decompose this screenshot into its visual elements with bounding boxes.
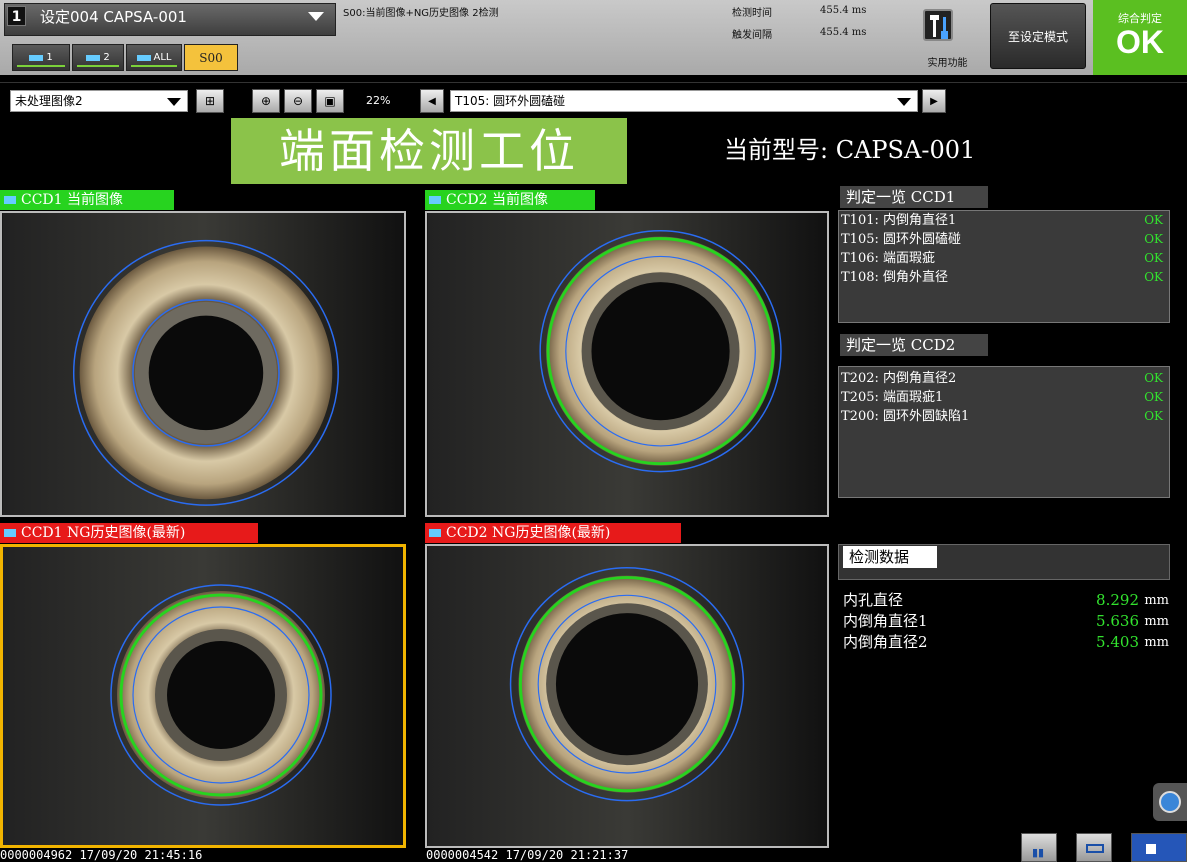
tab-s00[interactable]: S00 bbox=[184, 44, 238, 71]
list-item[interactable]: T200: 圆环外圆缺陷1 OK bbox=[839, 407, 1169, 426]
zoom-out-button[interactable]: ⊖ bbox=[284, 89, 312, 113]
zoom-out-icon: ⊖ bbox=[292, 94, 304, 108]
layout-icon: ⊞ bbox=[204, 94, 216, 108]
zoom-in-button[interactable]: ⊕ bbox=[252, 89, 280, 113]
list-item[interactable]: T202: 内倒角直径2 OK bbox=[839, 369, 1169, 388]
judge-ccd2-list: T202: 内倒角直径2 OK T205: 端面瑕疵1 OK T200: 圆环外圆缺… bbox=[838, 366, 1170, 498]
image-type-select[interactable]: 未处理图像2 bbox=[10, 90, 188, 112]
tab-all[interactable]: ALL bbox=[126, 44, 182, 71]
tab-underline bbox=[17, 65, 65, 67]
ccd2-ng-timestamp: 0000004542 17/09/20 21:21:37 bbox=[426, 848, 629, 862]
overall-judgement-value: OK bbox=[1116, 24, 1164, 60]
detect-time-value: 455.4 ms bbox=[820, 5, 867, 16]
chevron-down-icon bbox=[897, 98, 911, 106]
part-image bbox=[427, 213, 827, 515]
zoom-in-icon: ⊕ bbox=[260, 94, 272, 108]
ccd2-ng-image[interactable] bbox=[425, 544, 829, 848]
ccd1-current-title: CCD1 当前图像 bbox=[0, 190, 174, 210]
zoom-level: 22% bbox=[366, 94, 391, 107]
camera-icon bbox=[136, 54, 151, 61]
status-badge: OK bbox=[1144, 232, 1163, 246]
camera-icon bbox=[4, 529, 16, 537]
side-tab[interactable] bbox=[1153, 783, 1187, 821]
fit-screen-button[interactable]: ▣ bbox=[316, 89, 344, 113]
setting-label: 设定004 CAPSA-001 bbox=[40, 8, 187, 26]
part-image bbox=[427, 546, 827, 846]
measurements-title: 检测数据 bbox=[843, 546, 937, 568]
grid-view-button[interactable] bbox=[1076, 833, 1112, 862]
utility-label: 实用功能 bbox=[927, 58, 968, 69]
fit-screen-icon: ▣ bbox=[324, 94, 336, 108]
status-badge: OK bbox=[1144, 251, 1163, 265]
sync-icon bbox=[1159, 791, 1181, 813]
judge-ccd1-title: 判定一览 CCD1 bbox=[840, 186, 988, 208]
list-item[interactable]: T108: 倒角外直径 OK bbox=[839, 268, 1169, 287]
part-image bbox=[2, 213, 404, 515]
judge-ccd2-title: 判定一览 CCD2 bbox=[840, 334, 988, 356]
ccd1-ng-image[interactable] bbox=[0, 544, 406, 848]
measurement-row: 内孔直径 8.292 mm bbox=[843, 591, 1169, 609]
layout-button[interactable]: ⊞ bbox=[196, 89, 224, 113]
tools-icon bbox=[923, 9, 953, 41]
judge-ccd1-list: T101: 内倒角直径1 OK T105: 圆环外圆磕碰 OK T106: 端面瑕疵… bbox=[838, 210, 1170, 323]
camera-icon bbox=[4, 196, 16, 204]
arrow-icon bbox=[1146, 844, 1156, 854]
tab-underline bbox=[77, 65, 119, 67]
camera-icon bbox=[429, 529, 441, 537]
tab-2[interactable]: 2 bbox=[72, 44, 124, 71]
bar-chart-icon: ▮▮ bbox=[1032, 846, 1045, 859]
statistics-button[interactable]: ▮▮ bbox=[1021, 833, 1057, 862]
status-badge: OK bbox=[1144, 390, 1163, 404]
camera-icon bbox=[29, 54, 44, 61]
status-badge: OK bbox=[1144, 371, 1163, 385]
next-tool-button[interactable]: ▶ bbox=[922, 89, 946, 113]
arrow-left-icon: ◀ bbox=[428, 95, 436, 107]
setting-number-badge: 1 bbox=[7, 6, 26, 26]
chevron-down-icon[interactable] bbox=[308, 12, 324, 21]
status-badge: OK bbox=[1144, 270, 1163, 284]
menu-button[interactable] bbox=[1131, 833, 1187, 862]
tab-underline bbox=[131, 65, 177, 67]
grid-icon bbox=[1086, 844, 1104, 853]
status-badge: OK bbox=[1144, 409, 1163, 423]
list-item[interactable]: T205: 端面瑕疵1 OK bbox=[839, 388, 1169, 407]
status-badge: OK bbox=[1144, 213, 1163, 227]
chevron-down-icon bbox=[167, 98, 181, 106]
list-item[interactable]: T105: 圆环外圆磕碰 OK bbox=[839, 230, 1169, 249]
camera-icon bbox=[86, 54, 101, 61]
ccd1-ng-title: CCD1 NG历史图像(最新) bbox=[0, 523, 258, 543]
station-title: 端面检测工位 bbox=[231, 118, 627, 184]
ccd2-current-image[interactable] bbox=[425, 211, 829, 517]
current-model: 当前型号: CAPSA-001 bbox=[724, 136, 976, 164]
ccd2-ng-title: CCD2 NG历史图像(最新) bbox=[425, 523, 681, 543]
set-mode-button[interactable]: 至设定模式 bbox=[990, 3, 1086, 69]
ccd1-ng-timestamp: 0000004962 17/09/20 21:45:16 bbox=[0, 848, 203, 862]
mode-text: S00:当前图像+NG历史图像 2检测 bbox=[343, 8, 499, 19]
ccd1-current-image[interactable] bbox=[0, 211, 406, 517]
trigger-interval-label: 触发间隔 bbox=[732, 30, 772, 41]
part-image bbox=[3, 547, 403, 845]
tool-select[interactable]: T105: 圆环外圆磕碰 bbox=[450, 90, 918, 112]
tab-1[interactable]: 1 bbox=[12, 44, 70, 71]
list-item[interactable]: T101: 内倒角直径1 OK bbox=[839, 211, 1169, 230]
camera-icon bbox=[429, 196, 441, 204]
ccd2-current-title: CCD2 当前图像 bbox=[425, 190, 595, 210]
measurement-row: 内倒角直径1 5.636 mm bbox=[843, 612, 1169, 630]
detect-time-label: 检测时间 bbox=[732, 8, 772, 19]
arrow-right-icon: ▶ bbox=[930, 95, 938, 107]
measurements-list: 内孔直径 8.292 mm 内倒角直径1 5.636 mm 内倒角直径2 5.403 mm bbox=[843, 590, 1169, 653]
measurement-row: 内倒角直径2 5.403 mm bbox=[843, 633, 1169, 651]
trigger-interval-value: 455.4 ms bbox=[820, 27, 867, 38]
prev-tool-button[interactable]: ◀ bbox=[420, 89, 444, 113]
list-item[interactable]: T106: 端面瑕疵 OK bbox=[839, 249, 1169, 268]
